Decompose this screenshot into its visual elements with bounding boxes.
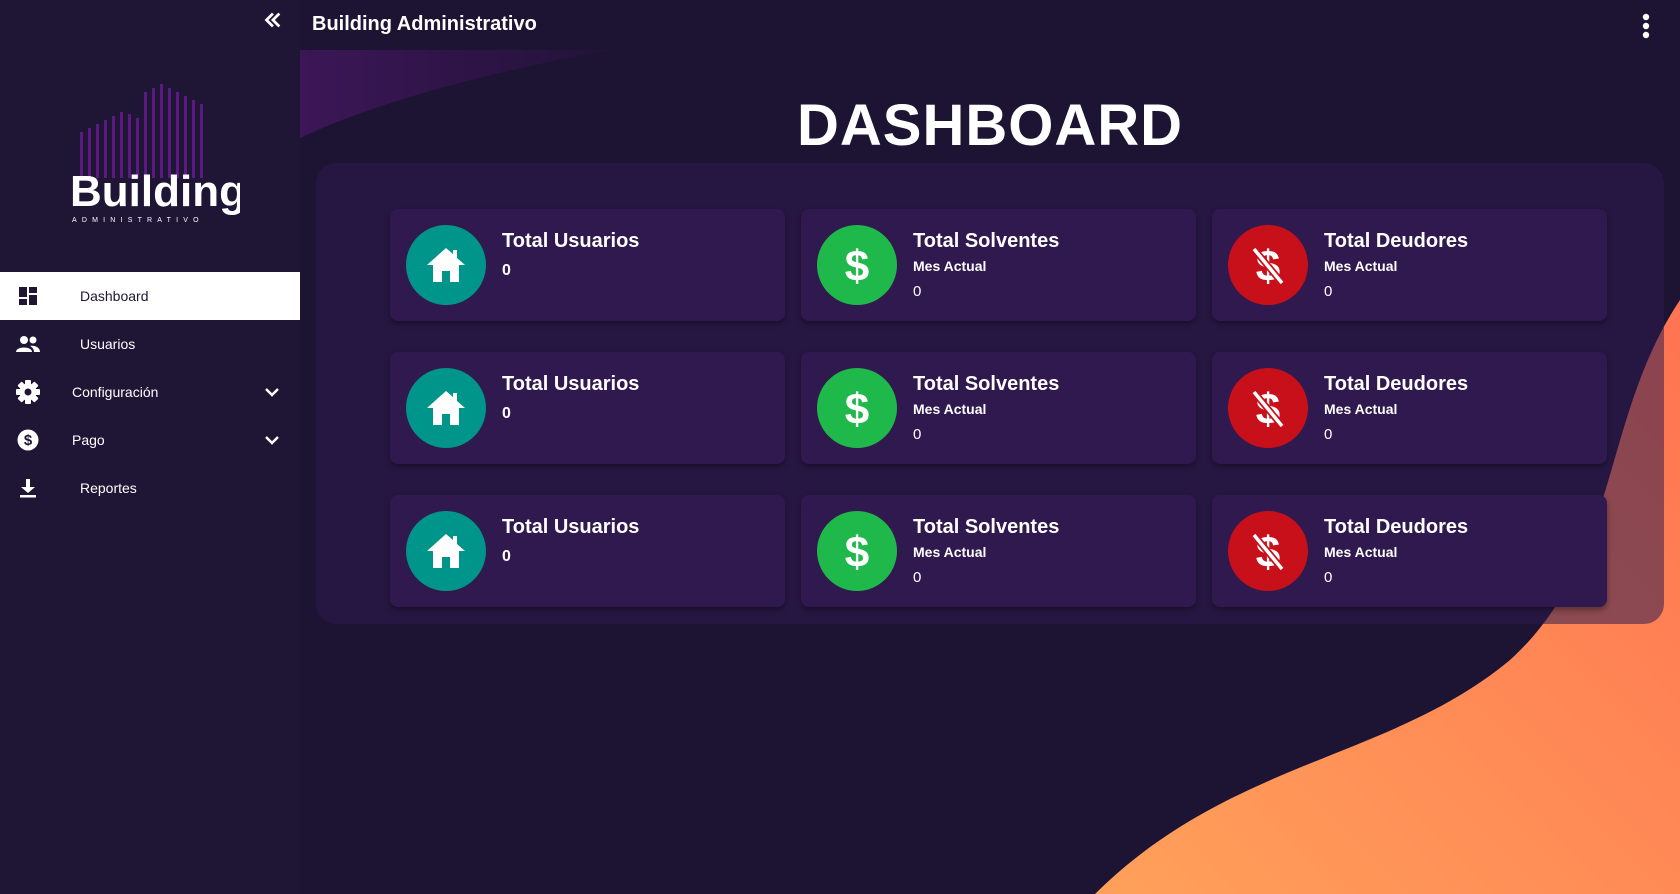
stat-card-total-usuarios[interactable]: Total Usuarios 0 (390, 495, 785, 607)
svg-text:$: $ (845, 385, 869, 432)
money-off-icon: $ (1228, 225, 1308, 305)
home-icon (406, 225, 486, 305)
chevron-down-icon (265, 388, 279, 397)
card-title: Total Solventes (913, 230, 1060, 252)
collapse-sidebar-button[interactable] (258, 6, 286, 34)
more-options-button[interactable] (1633, 12, 1659, 40)
users-icon (16, 332, 40, 356)
sidebar-item-label: Reportes (80, 480, 137, 496)
card-value: 0 (502, 548, 511, 565)
card-title: Total Usuarios (502, 230, 640, 252)
dashboard-icon (16, 284, 40, 308)
stat-card-total-deudores[interactable]: $ Total Deudores Mes Actual 0 (1212, 495, 1607, 607)
card-subtitle: Mes Actual (913, 258, 987, 274)
home-icon (406, 368, 486, 448)
stat-card-total-solventes[interactable]: $ Total Solventes Mes Actual 0 (801, 495, 1196, 607)
card-subtitle: Mes Actual (913, 401, 987, 417)
stat-card-total-usuarios[interactable]: Total Usuarios 0 (390, 209, 785, 321)
stat-card-total-deudores[interactable]: $ Total Deudores Mes Actual 0 (1212, 352, 1607, 464)
card-value: 0 (1324, 569, 1333, 586)
sidebar-item-usuarios[interactable]: Usuarios (0, 320, 300, 368)
card-value: 0 (913, 283, 922, 300)
card-value: 0 (502, 405, 511, 422)
dollar-icon: $ (817, 225, 897, 305)
card-value: 0 (913, 426, 922, 443)
sidebar-item-label: Dashboard (80, 288, 149, 304)
stats-grid: Total Usuarios 0 $ Total Solventes Mes A… (390, 209, 1607, 607)
double-chevron-left-icon (264, 12, 281, 28)
dollar-circle-icon: $ (16, 428, 40, 452)
card-subtitle: Mes Actual (913, 544, 987, 560)
sidebar-item-configuracion[interactable]: Configuración (0, 368, 300, 416)
chevron-down-icon (265, 436, 279, 445)
home-icon (406, 511, 486, 591)
card-value: 0 (502, 262, 511, 279)
card-title: Total Deudores (1324, 373, 1469, 395)
building-logo: Building ADMINISTRATIVO (68, 82, 246, 230)
sidebar-item-dashboard[interactable]: Dashboard (0, 272, 300, 320)
dollar-icon: $ (817, 511, 897, 591)
page-title: DASHBOARD (797, 93, 1183, 158)
app-title: Building Administrativo (312, 13, 537, 35)
card-value: 0 (1324, 426, 1333, 443)
stat-card-total-solventes[interactable]: $ Total Solventes Mes Actual 0 (801, 352, 1196, 464)
sidebar-item-reportes[interactable]: Reportes (0, 464, 300, 512)
stat-card-total-solventes[interactable]: $ Total Solventes Mes Actual 0 (801, 209, 1196, 321)
card-title: Total Usuarios (502, 516, 640, 538)
card-title: Total Solventes (913, 516, 1060, 538)
card-value: 0 (913, 569, 922, 586)
svg-text:$: $ (845, 242, 869, 289)
download-icon (16, 476, 40, 500)
stat-card-total-usuarios[interactable]: Total Usuarios 0 (390, 352, 785, 464)
top-bar: Building Administrativo (300, 0, 1680, 50)
dollar-icon: $ (817, 368, 897, 448)
stat-card-total-deudores[interactable]: $ Total Deudores Mes Actual 0 (1212, 209, 1607, 321)
money-off-icon: $ (1228, 511, 1308, 591)
sidebar-item-pago[interactable]: $ Pago (0, 416, 300, 464)
money-off-icon: $ (1228, 368, 1308, 448)
svg-text:Building: Building (70, 167, 240, 216)
card-subtitle: Mes Actual (1324, 544, 1398, 560)
sidebar: Building ADMINISTRATIVO Dashboard Usuari… (0, 0, 300, 894)
sidebar-item-label: Pago (72, 432, 105, 448)
svg-text:ADMINISTRATIVO: ADMINISTRATIVO (72, 217, 204, 224)
card-title: Total Usuarios (502, 373, 640, 395)
card-value: 0 (1324, 283, 1333, 300)
more-vertical-icon (1642, 13, 1650, 39)
card-title: Total Deudores (1324, 516, 1469, 538)
gear-icon (16, 380, 40, 404)
card-subtitle: Mes Actual (1324, 258, 1398, 274)
sidebar-item-label: Usuarios (80, 336, 136, 352)
card-subtitle: Mes Actual (1324, 401, 1398, 417)
svg-text:$: $ (24, 432, 33, 449)
svg-text:$: $ (845, 528, 869, 575)
sidebar-item-label: Configuración (72, 384, 159, 400)
card-title: Total Solventes (913, 373, 1060, 395)
sidebar-nav: Dashboard Usuarios Configuración $ Pago … (0, 272, 300, 512)
card-title: Total Deudores (1324, 230, 1469, 252)
